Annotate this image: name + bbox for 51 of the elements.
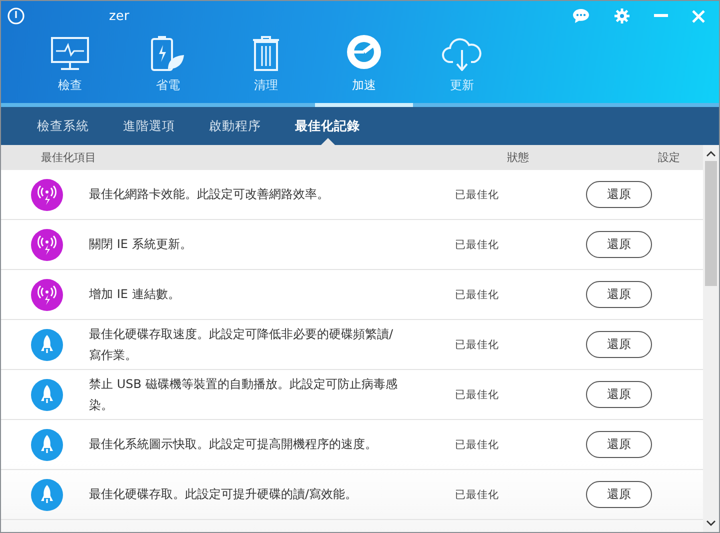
settings-icon[interactable] bbox=[614, 8, 630, 24]
tab[interactable]: 最佳化記錄 bbox=[278, 107, 377, 145]
optimization-item-text: 最佳化硬碟存取。此設定可提升硬碟的讀/寫效能。 bbox=[89, 486, 358, 503]
window-title: zer bbox=[109, 8, 130, 24]
nav-button[interactable]: 檢查 bbox=[21, 31, 119, 103]
status-text: 已最佳化 bbox=[454, 238, 500, 252]
wireless-signal-icon bbox=[31, 228, 63, 260]
scrollbar-thumb[interactable] bbox=[705, 161, 717, 286]
rocket-icon bbox=[31, 428, 63, 460]
restore-button[interactable]: 還原 bbox=[586, 231, 652, 258]
optimization-item-text: 最佳化系統圖示快取。此設定可提高開機程序的速度。 bbox=[89, 436, 378, 453]
status-text: 已最佳化 bbox=[454, 438, 500, 452]
optimization-item-text: 關閉 IE 系統更新。 bbox=[89, 236, 193, 253]
tab[interactable]: 進階選項 bbox=[106, 107, 192, 145]
scrollbar[interactable] bbox=[703, 145, 719, 532]
status-text: 已最佳化 bbox=[454, 388, 500, 402]
restore-button[interactable]: 還原 bbox=[586, 331, 652, 358]
battery-leaf-icon bbox=[151, 35, 185, 71]
column-header: 狀態 bbox=[506, 150, 530, 165]
monitor-icon bbox=[51, 37, 89, 71]
status-text: 已最佳化 bbox=[454, 188, 500, 202]
rocket-icon bbox=[31, 378, 63, 410]
restore-button[interactable]: 還原 bbox=[586, 431, 652, 458]
cloud-download-icon bbox=[442, 37, 482, 71]
minimize-icon[interactable] bbox=[654, 14, 668, 18]
scroll-up-icon[interactable] bbox=[706, 151, 716, 157]
restore-button[interactable]: 還原 bbox=[586, 481, 652, 508]
rocket-icon bbox=[31, 328, 63, 360]
column-header: 最佳化項目 bbox=[40, 150, 97, 165]
tab[interactable]: 檢查系統 bbox=[20, 107, 106, 145]
optimization-item-text: 最佳化網路卡效能。此設定可改善網路效率。 bbox=[89, 186, 330, 203]
app-logo-icon bbox=[7, 7, 25, 25]
restore-button[interactable]: 還原 bbox=[586, 281, 652, 308]
wireless-signal-icon bbox=[31, 278, 63, 310]
close-icon[interactable] bbox=[692, 10, 705, 22]
speedometer-icon bbox=[345, 33, 383, 71]
wireless-signal-icon bbox=[31, 178, 63, 210]
chat-icon[interactable] bbox=[572, 8, 590, 24]
optimization-item-text: 禁止 USB 磁碟機等裝置的自動播放。此設定可防止病毒感染。 bbox=[89, 376, 398, 414]
restore-button[interactable]: 還原 bbox=[586, 381, 652, 408]
status-text: 已最佳化 bbox=[454, 288, 500, 302]
status-text: 已最佳化 bbox=[454, 338, 500, 352]
column-header: 設定 bbox=[657, 150, 680, 165]
status-text: 已最佳化 bbox=[454, 488, 500, 502]
optimization-item-text: 增加 IE 連結數。 bbox=[89, 286, 181, 303]
restore-button[interactable]: 還原 bbox=[586, 181, 652, 208]
scroll-down-icon[interactable] bbox=[706, 520, 716, 526]
optimization-item-text: 最佳化硬碟存取速度。此設定可降低非必要的硬碟頻繁讀/寫作業。 bbox=[89, 326, 394, 364]
trash-icon bbox=[252, 35, 280, 71]
tab[interactable]: 啟動程序 bbox=[192, 107, 278, 145]
rocket-icon bbox=[31, 478, 63, 510]
